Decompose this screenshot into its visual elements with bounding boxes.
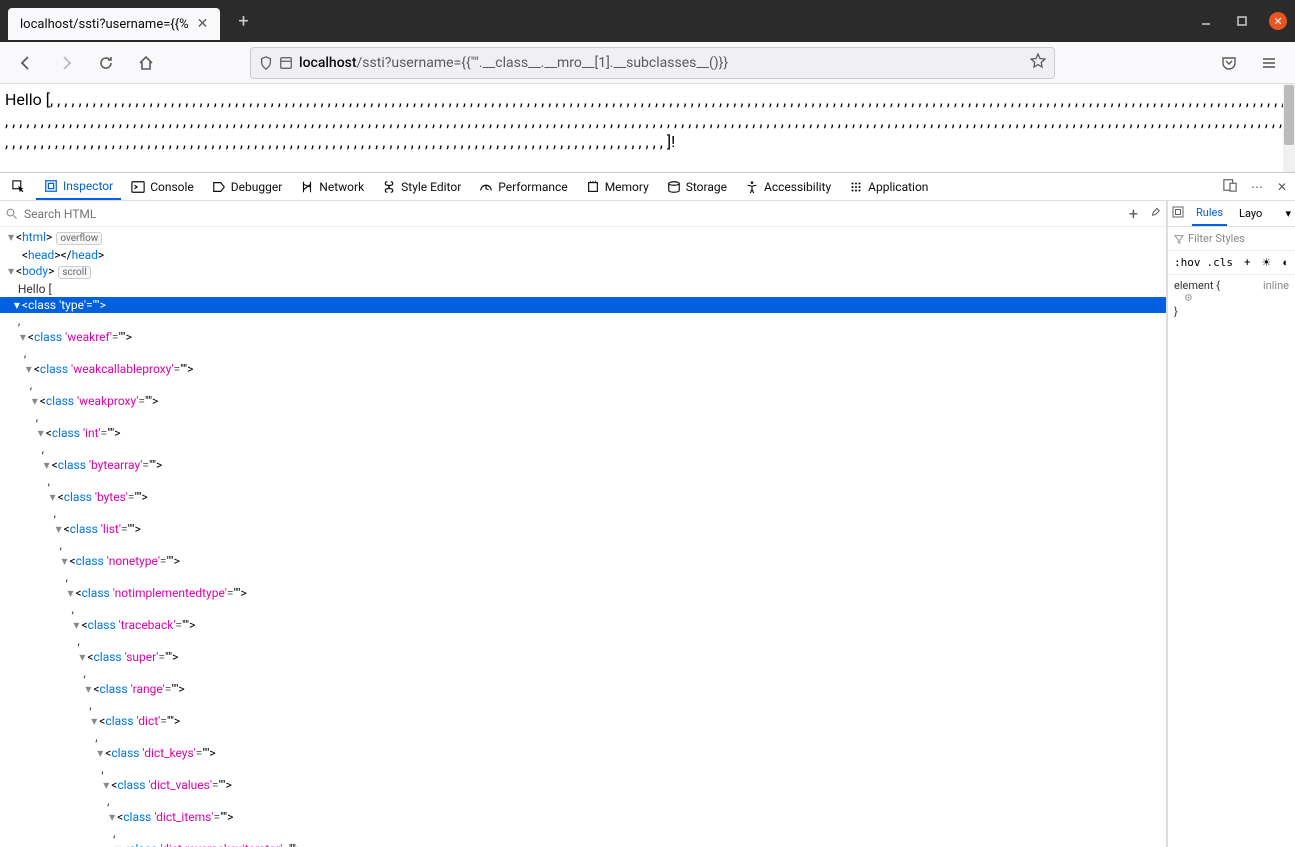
hov-toggle[interactable]: :hov [1174, 256, 1201, 269]
target-icon [1184, 293, 1193, 302]
devtools-tab-console[interactable]: Console [123, 173, 202, 200]
url-bar[interactable]: localhost/ssti?username={{"".__class__._… [250, 47, 1055, 79]
reload-button[interactable] [90, 47, 122, 79]
devtools-tab-accessibility[interactable]: Accessibility [737, 173, 839, 200]
rule-source: inline [1263, 279, 1289, 292]
maximize-button[interactable] [1233, 12, 1251, 30]
pocket-button[interactable] [1213, 47, 1245, 79]
window-controls: ✕ [1197, 12, 1287, 30]
rules-panel-box-icon[interactable] [1172, 206, 1184, 221]
responsive-design-button[interactable] [1219, 174, 1241, 199]
devtools-tab-storage[interactable]: Storage [659, 173, 735, 200]
rules-overflow-icon[interactable]: ▾ [1285, 207, 1291, 220]
dom-tree[interactable]: ▾<html>overflow <head></head> ▾<body>scr… [0, 227, 1166, 847]
browser-tab[interactable]: localhost/ssti?username={{% ✕ [8, 8, 220, 40]
light-dark-toggle[interactable]: ☀ [1261, 256, 1271, 269]
search-html-input[interactable] [24, 207, 1123, 221]
rules-tab[interactable]: Rules [1192, 201, 1227, 226]
rule-selector[interactable]: element { [1174, 279, 1220, 292]
devtools-panel: InspectorConsoleDebuggerNetworkStyle Edi… [0, 172, 1295, 847]
element-picker-button[interactable] [4, 173, 34, 200]
shield-icon [259, 56, 273, 70]
layout-tab[interactable]: Layo [1235, 201, 1266, 226]
bookmark-star-icon[interactable] [1030, 53, 1046, 73]
page-scrollbar[interactable] [1283, 84, 1295, 172]
eyedropper-button[interactable] [1148, 204, 1160, 223]
tab-title: localhost/ssti?username={{% [20, 17, 189, 32]
close-window-button[interactable]: ✕ [1269, 12, 1287, 30]
devtools-menu-button[interactable]: ⋯ [1247, 176, 1267, 198]
print-media-toggle[interactable]: ◐ [1282, 256, 1289, 269]
new-tab-button[interactable]: + [230, 7, 256, 36]
rule-close: } [1174, 305, 1289, 318]
forward-button[interactable] [50, 47, 82, 79]
rules-panel: Rules Layo ▾ Filter Styles :hov .cls + ☀… [1167, 201, 1295, 847]
page-body: Hello [, , , , , , , , , , , , , , , , ,… [0, 84, 1295, 172]
window-titlebar: localhost/ssti?username={{% ✕ + ✕ [0, 0, 1295, 42]
devtools-tab-inspector[interactable]: Inspector [36, 173, 121, 200]
minimize-button[interactable] [1197, 12, 1215, 30]
devtools-tab-network[interactable]: Network [292, 173, 372, 200]
search-icon [6, 208, 18, 220]
add-rule-button[interactable]: + [1244, 256, 1250, 269]
page-text: Hello [, , , , , , , , , , , , , , , , ,… [5, 90, 1289, 151]
app-menu-button[interactable] [1253, 47, 1285, 79]
devtools-tab-style-editor[interactable]: Style Editor [374, 173, 469, 200]
devtools-tab-debugger[interactable]: Debugger [204, 173, 291, 200]
devtools-close-button[interactable]: ✕ [1273, 176, 1291, 198]
navigation-toolbar: localhost/ssti?username={{"".__class__._… [0, 42, 1295, 84]
html-tree-panel: + ▾<html>overflow <head></head> ▾<body>s… [0, 201, 1167, 847]
devtools-tab-application[interactable]: Application [841, 173, 936, 200]
add-node-button[interactable]: + [1129, 204, 1138, 223]
close-tab-icon[interactable]: ✕ [197, 16, 209, 32]
filter-icon [1174, 234, 1184, 244]
filter-styles-input[interactable]: Filter Styles [1188, 232, 1245, 245]
page-info-icon[interactable] [279, 56, 293, 70]
devtools-tab-performance[interactable]: Performance [471, 173, 575, 200]
devtools-tab-memory[interactable]: Memory [578, 173, 657, 200]
devtools-tabbar: InspectorConsoleDebuggerNetworkStyle Edi… [0, 173, 1295, 201]
home-button[interactable] [130, 47, 162, 79]
url-text: localhost/ssti?username={{"".__class__._… [299, 55, 728, 71]
cls-toggle[interactable]: .cls [1207, 256, 1234, 269]
back-button[interactable] [10, 47, 42, 79]
